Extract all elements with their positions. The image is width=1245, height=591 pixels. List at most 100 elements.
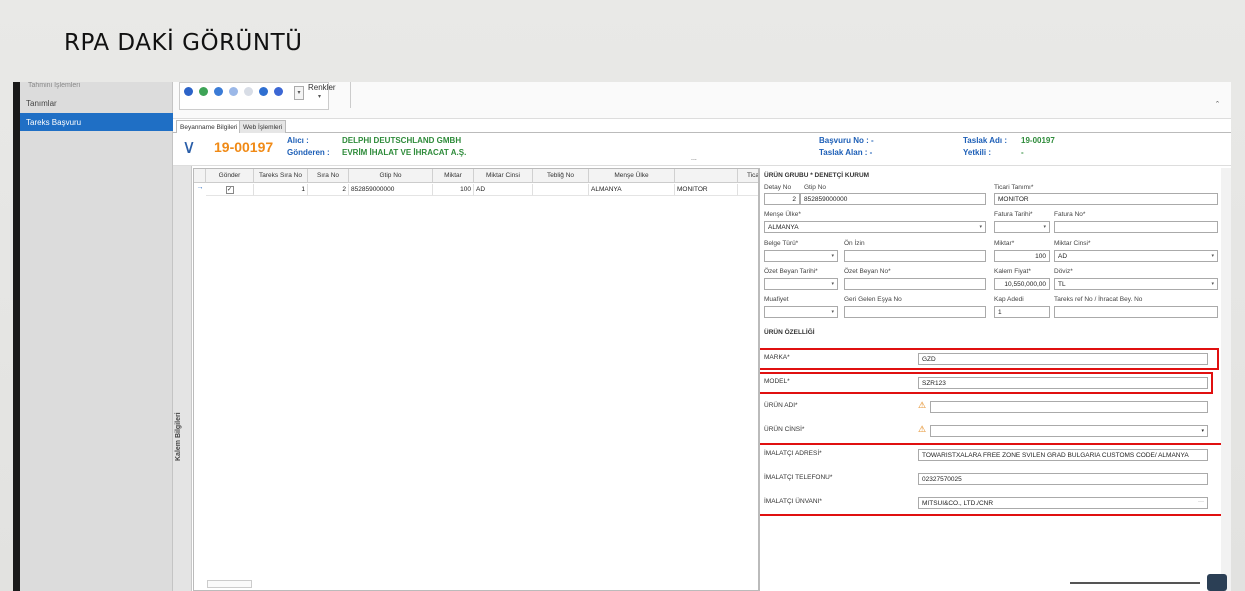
checkbox[interactable]: ✓: [225, 186, 234, 194]
kap-adedi-field[interactable]: 1: [994, 306, 1050, 318]
globe-icon[interactable]: [214, 87, 223, 96]
chevron-down-icon: ▾: [1211, 281, 1214, 287]
tareks-ref-field[interactable]: [1054, 306, 1218, 318]
items-grid: Gönder Tareks Sıra No Sıra No Gtip No Mi…: [193, 168, 759, 591]
geri-gelen-field[interactable]: [844, 306, 986, 318]
basvuru-no: Başvuru No : -: [819, 136, 874, 145]
grid-header-miktar-cinsi[interactable]: Miktar Cinsi: [474, 169, 533, 183]
kalem-bilgileri-strip[interactable]: Kalem Bilgileri: [173, 166, 192, 591]
kalem-fiyat-label: Kalem Fiyat*: [994, 268, 1031, 275]
urun-cinsi-select[interactable]: ▾: [930, 425, 1208, 437]
detail-panel: ÜRÜN GRUBU * DENETÇİ KURUM Detay No Gtip…: [759, 168, 1221, 591]
mense-ulke-value: ALMANYA: [768, 224, 799, 231]
globe-icon[interactable]: [199, 87, 208, 96]
collapse-ribbon-icon[interactable]: ˆ: [1216, 100, 1219, 110]
table-cell: [738, 184, 758, 196]
grid-header-ticari[interactable]: Tica: [738, 169, 758, 183]
tab-web-islemleri[interactable]: Web İşlemleri: [239, 120, 287, 133]
yetkili-label: Yetkili :: [963, 148, 992, 157]
detay-no-field[interactable]: 2: [764, 193, 800, 205]
ticari-tanim-field[interactable]: MONITOR: [994, 193, 1218, 205]
row-indicator-icon: →: [196, 184, 204, 191]
ozet-beyan-no-field[interactable]: [844, 278, 986, 290]
palette-dropdown[interactable]: ▾: [294, 86, 304, 100]
urun-adi-field[interactable]: [930, 401, 1208, 413]
table-cell: [533, 184, 589, 196]
declaration-code: 19-00197: [214, 139, 274, 155]
colors-label[interactable]: Renkler: [308, 83, 336, 92]
mense-ulke-select[interactable]: ALMANYA ▾: [764, 221, 986, 233]
grid-header-miktar[interactable]: Miktar: [433, 169, 474, 183]
grid-header-tanim[interactable]: [675, 169, 738, 183]
table-cell: MONITOR: [675, 184, 738, 196]
doviz-value: TL: [1058, 281, 1066, 288]
chevron-down-icon[interactable]: ∨: [182, 136, 196, 159]
fatura-no-field[interactable]: [1054, 221, 1218, 233]
sidebar-item-cut[interactable]: Tahmini İşlemleri: [28, 82, 80, 89]
sidebar-item-tareks-basvuru[interactable]: Tareks Başvuru: [20, 113, 173, 131]
grid-header-teblig[interactable]: Tebliğ No: [533, 169, 589, 183]
kap-adedi-label: Kap Adedi: [994, 296, 1024, 303]
taslak-adi-label: Taslak Adı :: [963, 136, 1008, 145]
chevron-down-icon[interactable]: ▾: [318, 93, 321, 100]
slide-title: RPA DAKİ GÖRÜNTÜ: [64, 30, 303, 56]
chevron-down-icon: ▾: [831, 281, 834, 287]
chevron-down-icon: ▾: [831, 253, 834, 259]
sidebar-item-tanimlar[interactable]: Tanımlar: [20, 94, 173, 112]
warning-icon: ⚠: [918, 400, 927, 410]
tab-beyanname-bilgileri[interactable]: Beyanname Bilgileri: [176, 120, 242, 133]
sidebar: Tahmini İşlemleri Tanımlar Tareks Başvur…: [20, 82, 173, 591]
miktar-cinsi-value: AD: [1058, 253, 1068, 260]
muafiyet-label: Muafiyet: [764, 296, 789, 303]
globe-icon[interactable]: [244, 87, 253, 96]
taslak-alan: Taslak Alan : -: [819, 148, 873, 157]
gonderen-label: Gönderen :: [287, 148, 330, 157]
tareks-ref-label: Tareks ref No / İhracat Bey. No: [1054, 296, 1143, 303]
globe-icon[interactable]: [229, 87, 238, 96]
chevron-down-icon: ▾: [831, 309, 834, 315]
globe-icon[interactable]: [259, 87, 268, 96]
grid-footer-input[interactable]: [207, 580, 252, 588]
doviz-select[interactable]: TL ▾: [1054, 278, 1218, 290]
right-edge: [1221, 168, 1231, 591]
miktar-field[interactable]: 100: [994, 250, 1050, 262]
grid-header-mense[interactable]: Menşe Ülke: [589, 169, 675, 183]
grid-header-sira[interactable]: Sıra No: [308, 169, 349, 183]
star-icon[interactable]: [184, 87, 193, 96]
app-screenshot: Tahmini İşlemleri Tanımlar Tareks Başvur…: [13, 82, 1231, 591]
header-info: ∨ 19-00197 Alıcı : DELPHI DEUTSCHLAND GM…: [173, 133, 1231, 166]
belge-turu-select[interactable]: ▾: [764, 250, 838, 262]
grid-header-tareks-sira[interactable]: Tareks Sıra No: [254, 169, 308, 183]
on-izin-label: Ön İzin: [844, 240, 865, 247]
detay-no-label: Detay No: [764, 184, 792, 191]
urun-adi-label: ÜRÜN ADI*: [764, 402, 798, 409]
on-izin-field[interactable]: [844, 250, 986, 262]
mense-ulke-label: Menşe Ülke*: [764, 211, 801, 218]
corner-widget[interactable]: [1207, 574, 1227, 591]
table-cell: 100: [433, 184, 474, 196]
muafiyet-select[interactable]: ▾: [764, 306, 838, 318]
kalem-bilgileri-label: Kalem Bilgileri: [175, 412, 182, 461]
grid-header-gtip[interactable]: Gtip No: [349, 169, 433, 183]
more-dots[interactable]: ...: [691, 155, 697, 162]
kalem-fiyat-field[interactable]: 10,550,000,00: [994, 278, 1050, 290]
gtip-no-field[interactable]: 852859000000: [800, 193, 986, 205]
chevron-down-icon: ▾: [1201, 428, 1204, 434]
alici-value: DELPHI DEUTSCHLAND GMBH: [342, 136, 462, 145]
miktar-cinsi-label: Miktar Cinsi*: [1054, 240, 1091, 247]
grid-header-gonder[interactable]: Gönder: [206, 169, 254, 183]
warning-icon: ⚠: [918, 424, 927, 434]
group-header: ÜRÜN GRUBU * DENETÇİ KURUM: [764, 172, 870, 179]
globe-icon[interactable]: [274, 87, 283, 96]
highlight-model: [760, 372, 1213, 394]
fatura-tarihi-label: Fatura Tarihi*: [994, 211, 1033, 218]
ozet-beyan-no-label: Özet Beyan No*: [844, 268, 891, 275]
left-edge: [13, 82, 20, 591]
fatura-tarihi-field[interactable]: ▾: [994, 221, 1050, 233]
miktar-cinsi-select[interactable]: AD ▾: [1054, 250, 1218, 262]
grid-header-indicator: [194, 169, 206, 183]
geri-gelen-label: Geri Gelen Eşya No: [844, 296, 902, 303]
table-cell-gonder[interactable]: ✓: [206, 184, 254, 196]
ozet-beyan-tarihi-field[interactable]: ▾: [764, 278, 838, 290]
belge-turu-label: Belge Türü*: [764, 240, 799, 247]
